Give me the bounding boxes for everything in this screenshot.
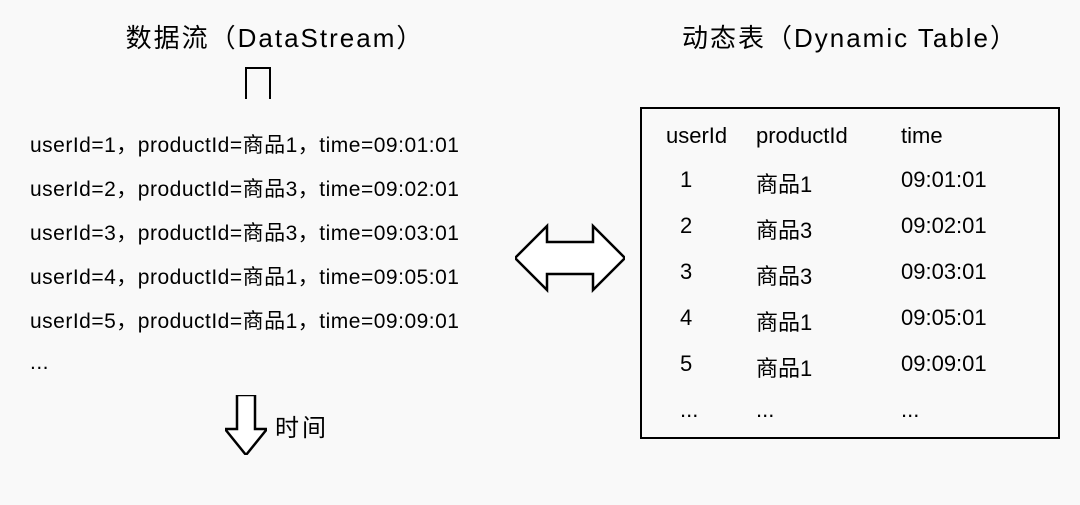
cell-productid: 商品1 [756, 305, 901, 337]
cell-userid: 3 [666, 259, 756, 291]
dynamic-table: userId productId time 1 商品1 09:01:01 2 商… [640, 107, 1060, 439]
datastream-panel: 数据流（DataStream） userId=1，productId=商品1，t… [30, 18, 510, 455]
col-header-userid: userId [666, 123, 756, 149]
cell-ellipsis: ... [901, 397, 1051, 423]
cell-ellipsis: ... [756, 397, 901, 423]
stream-record: userId=5，productId=商品1，time=09:09:01 [30, 305, 460, 335]
datastream-title: 数据流（DataStream） [126, 18, 425, 55]
dynamic-table-panel: 动态表（Dynamic Table） userId productId time… [630, 18, 1080, 439]
cell-time: 09:02:01 [901, 213, 1051, 245]
table-row: 4 商品1 09:05:01 [666, 305, 1034, 337]
cell-time: 09:01:01 [901, 167, 1051, 199]
table-row: 3 商品3 09:03:01 [666, 259, 1034, 291]
cell-time: 09:05:01 [901, 305, 1051, 337]
stream-record: userId=2，productId=商品3，time=09:02:01 [30, 173, 460, 203]
col-header-productid: productId [756, 123, 901, 149]
cell-time: 09:03:01 [901, 259, 1051, 291]
stream-record: userId=1，productId=商品1，time=09:01:01 [30, 129, 460, 159]
table-row-ellipsis: ... ... ... [666, 397, 1034, 423]
cell-productid: 商品1 [756, 167, 901, 199]
stream-records: userId=1，productId=商品1，time=09:01:01 use… [30, 129, 460, 375]
stream-record: userId=4，productId=商品1，time=09:05:01 [30, 261, 460, 291]
table-body: 1 商品1 09:01:01 2 商品3 09:02:01 3 商品3 09:0… [666, 167, 1034, 423]
time-label: 时间 [275, 408, 329, 443]
cell-ellipsis: ... [666, 397, 756, 423]
table-row: 2 商品3 09:02:01 [666, 213, 1034, 245]
cell-time: 09:09:01 [901, 351, 1051, 383]
time-arrow-group: 时间 [225, 395, 329, 455]
col-header-time: time [901, 123, 1051, 149]
cell-userid: 4 [666, 305, 756, 337]
down-arrow-icon [225, 395, 267, 455]
stream-record: userId=3，productId=商品3，time=09:03:01 [30, 217, 460, 247]
dynamic-table-title: 动态表（Dynamic Table） [682, 18, 1018, 55]
open-rectangle-icon [245, 67, 271, 99]
cell-userid: 5 [666, 351, 756, 383]
bidirectional-arrow-icon [515, 218, 625, 298]
cell-productid: 商品3 [756, 213, 901, 245]
cell-userid: 1 [666, 167, 756, 199]
stream-ellipsis: ... [30, 351, 460, 375]
table-header-row: userId productId time [666, 123, 1034, 149]
cell-userid: 2 [666, 213, 756, 245]
bidirectional-arrow-block [510, 58, 630, 458]
cell-productid: 商品3 [756, 259, 901, 291]
table-row: 5 商品1 09:09:01 [666, 351, 1034, 383]
table-row: 1 商品1 09:01:01 [666, 167, 1034, 199]
cell-productid: 商品1 [756, 351, 901, 383]
